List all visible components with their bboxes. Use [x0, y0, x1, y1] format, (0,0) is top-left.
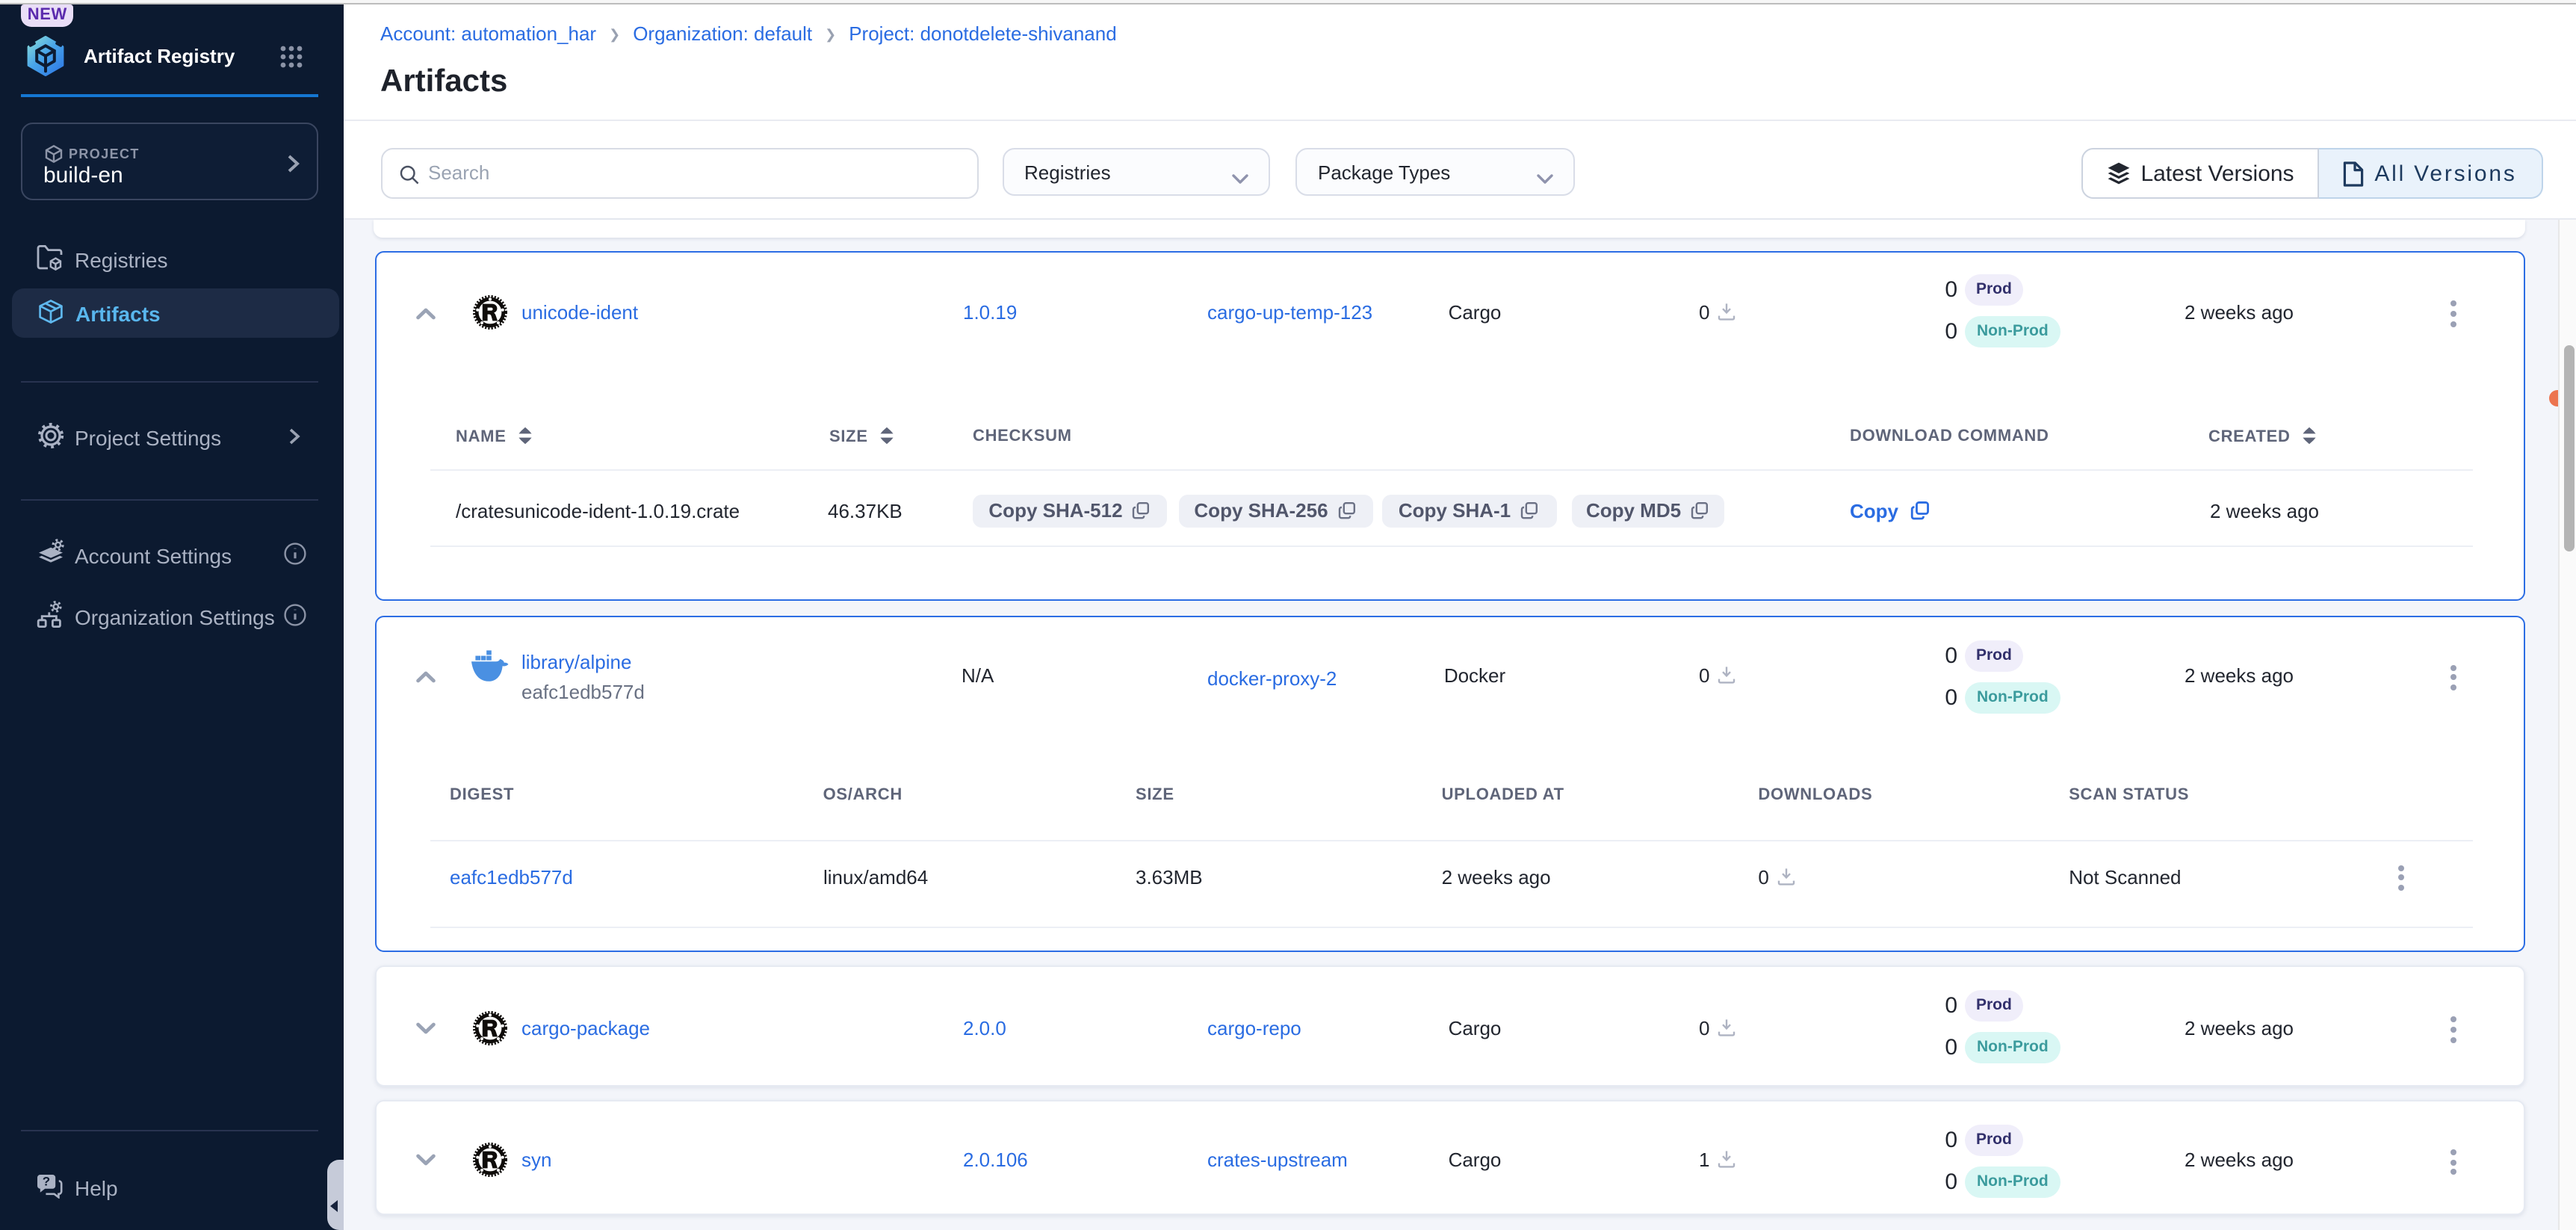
svg-text:?: ?: [43, 1174, 50, 1188]
